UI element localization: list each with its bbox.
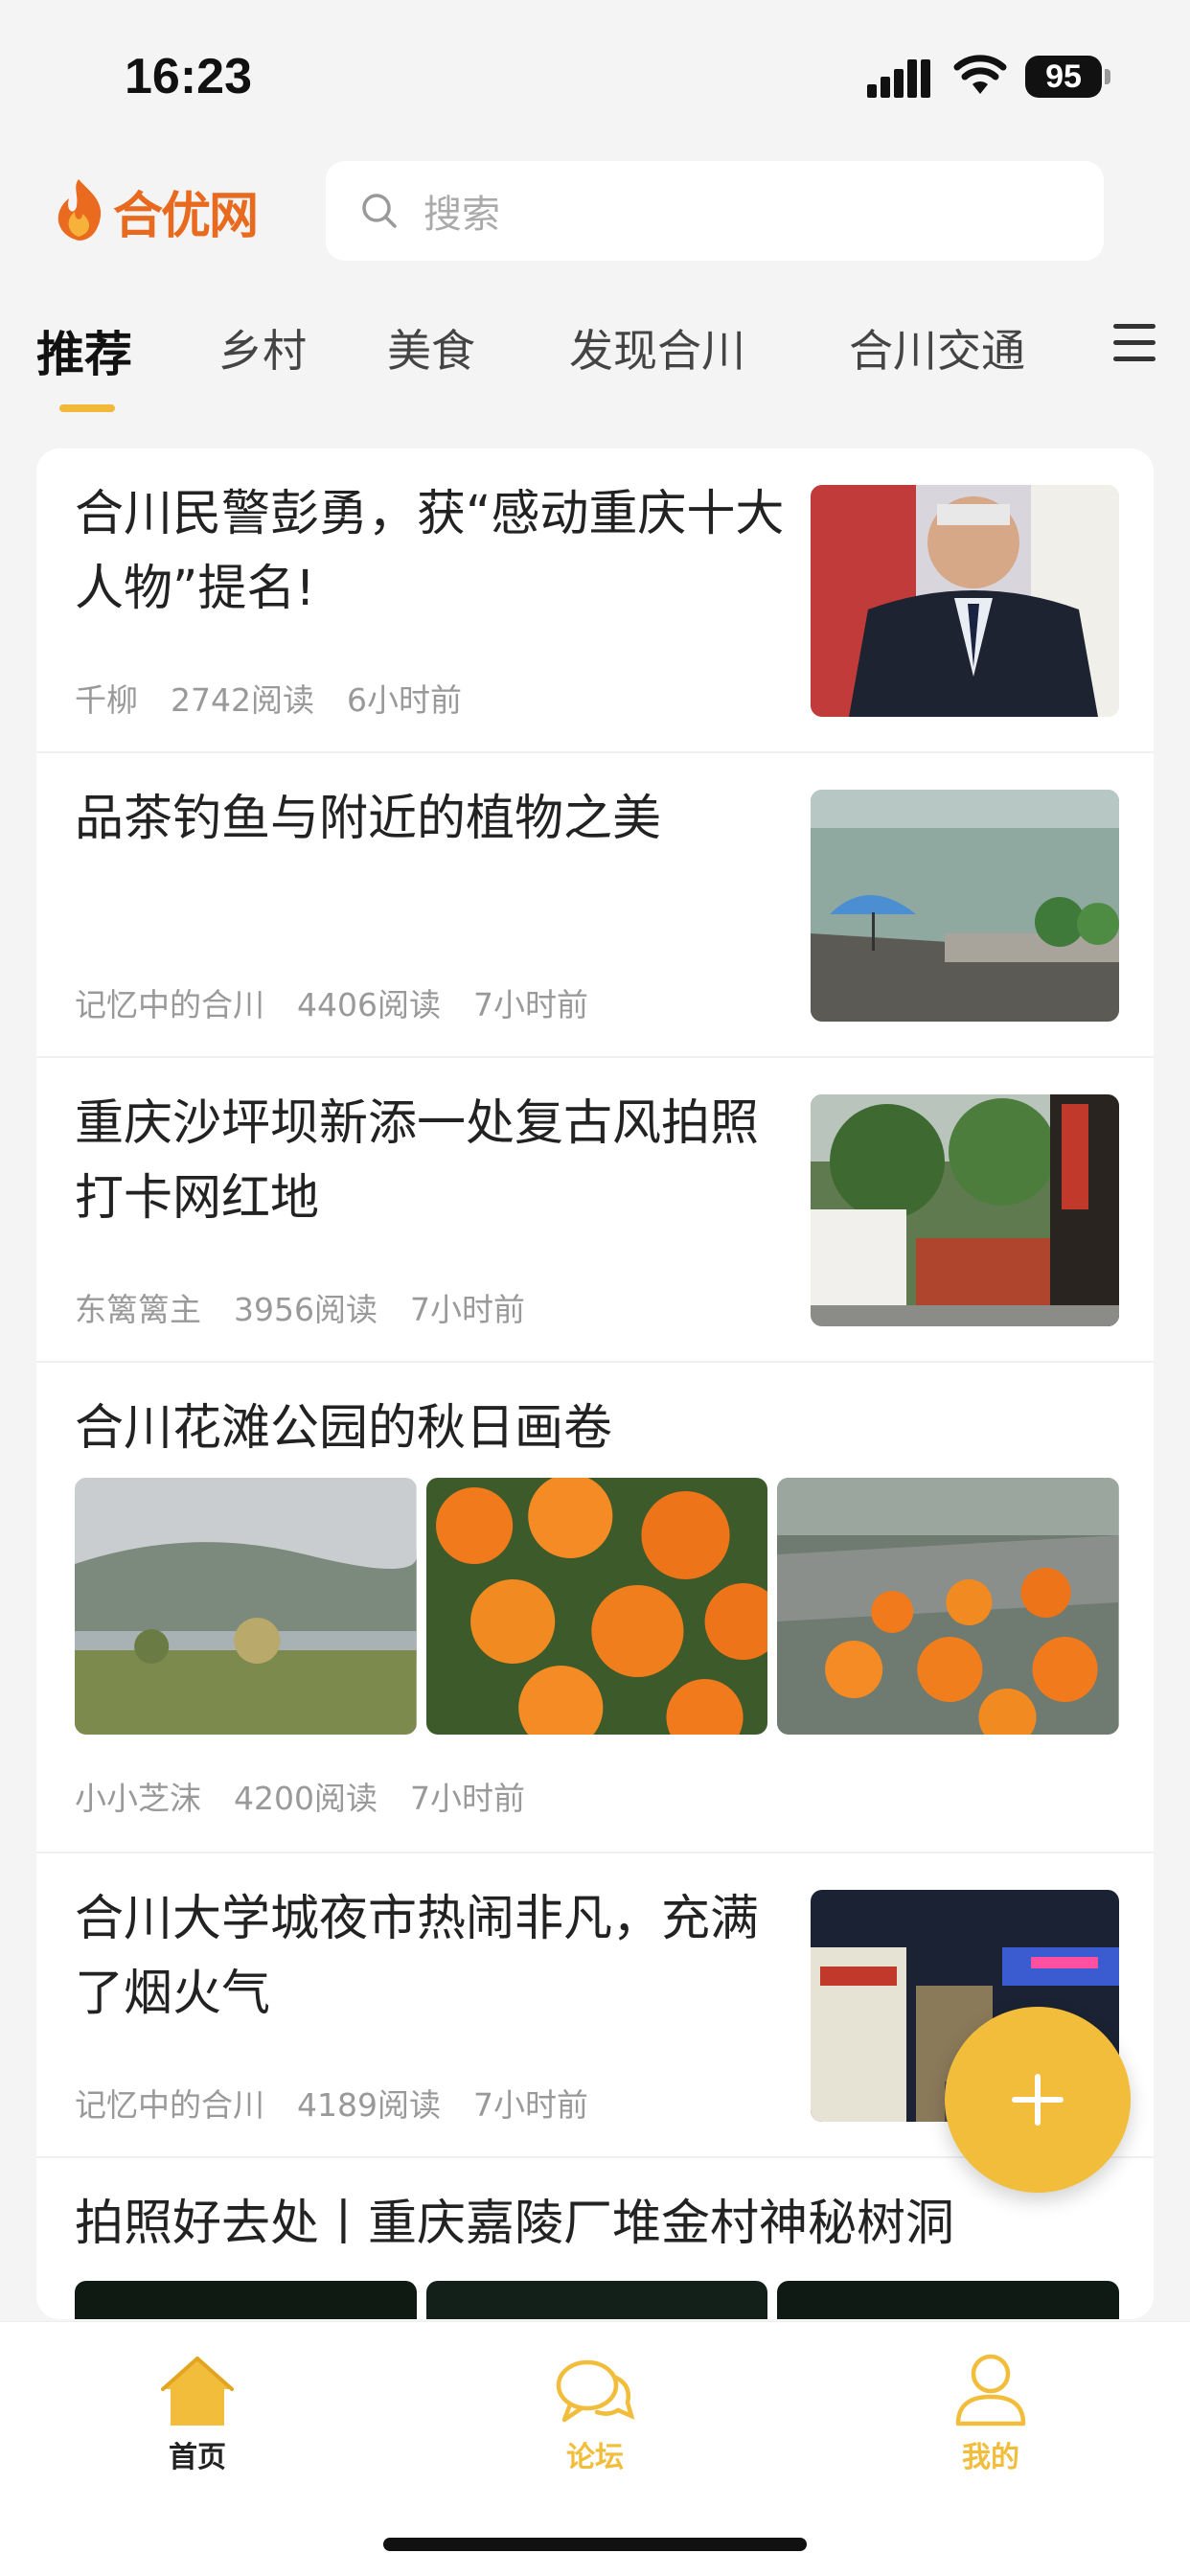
article-image-row [75, 2281, 1120, 2319]
article-reads: 2742阅读 [171, 681, 314, 719]
article-time: 6小时前 [346, 681, 462, 719]
chat-bubble-icon [556, 2359, 635, 2423]
article-meta: 千柳 2742阅读 6小时前 [75, 675, 494, 721]
article-time: 7小时前 [409, 1291, 525, 1328]
app-logo[interactable]: 合优网 [50, 172, 259, 249]
article-meta: 记忆中的合川 4189阅读 7小时前 [75, 2080, 621, 2126]
logo-text: 合优网 [113, 187, 259, 245]
article-image [75, 2281, 417, 2319]
search-icon [362, 194, 397, 228]
article-author: 记忆中的合川 [75, 986, 264, 1024]
tab-discover-hechuan[interactable]: 发现合川 [569, 316, 745, 380]
article-card[interactable]: 合川花滩公园的秋日画卷 小小芝沫 4200阅读 7小时前 [36, 1363, 1154, 1853]
add-post-button[interactable] [945, 2007, 1131, 2193]
wifi-icon [953, 55, 1007, 94]
article-card[interactable]: 合川民警彭勇，获“感动重庆十大人物”提名! 千柳 2742阅读 6小时前 [36, 448, 1154, 753]
logo-flame-icon [57, 179, 102, 241]
article-author: 记忆中的合川 [75, 2086, 264, 2124]
article-meta: 记忆中的合川 4406阅读 7小时前 [75, 979, 621, 1025]
home-icon [161, 2357, 234, 2426]
article-card[interactable]: 拍照好去处丨重庆嘉陵厂堆金村神秘树洞 [36, 2158, 1154, 2319]
tab-food[interactable]: 美食 [387, 316, 475, 380]
article-reads: 4200阅读 [234, 1780, 378, 1817]
status-bar: 16:23 95 [0, 0, 1190, 153]
article-author: 东篱篱主 [75, 1291, 201, 1328]
active-tab-indicator [59, 404, 115, 412]
nav-mine[interactable]: 我的 [895, 2345, 1087, 2475]
article-author: 千柳 [75, 681, 138, 719]
article-reads: 4406阅读 [297, 986, 441, 1024]
article-title: 合川花滩公园的秋日画卷 [75, 1400, 613, 1457]
article-image-row [75, 1478, 1120, 1735]
article-author: 小小芝沫 [75, 1780, 201, 1817]
nav-mine-label: 我的 [962, 2441, 1019, 2474]
article-meta: 东篱篱主 3956阅读 7小时前 [75, 1284, 558, 1330]
home-indicator [383, 2538, 807, 2551]
article-time: 7小时前 [472, 2086, 588, 2124]
article-reads: 3956阅读 [234, 1291, 378, 1328]
article-time: 7小时前 [409, 1780, 525, 1817]
article-thumbnail [811, 485, 1119, 717]
nav-forum-label: 论坛 [566, 2441, 624, 2474]
nav-home[interactable]: 首页 [102, 2345, 293, 2475]
article-card[interactable]: 重庆沙坪坝新添一处复古风拍照打卡网红地 东篱篱主 3956阅读 7小时前 [36, 1058, 1154, 1363]
tab-hechuan-traffic[interactable]: 合川交通 [849, 316, 1025, 380]
article-reads: 4189阅读 [297, 2086, 441, 2124]
status-time: 16:23 [125, 49, 252, 104]
battery-tip [1105, 69, 1110, 84]
article-thumbnail [811, 1094, 1119, 1326]
article-title: 品茶钓鱼与附近的植物之美 [75, 791, 662, 847]
article-title: 合川大学城夜市热闹非凡，充满了烟火气 [75, 1891, 760, 2022]
article-title: 合川民警彭勇，获“感动重庆十大人物”提名! [75, 486, 785, 617]
cellular-signal-icon [867, 59, 930, 98]
battery-indicator: 95 [1025, 56, 1102, 98]
app-header: 合优网 搜索 [0, 153, 1190, 268]
article-meta: 小小芝沫 4200阅读 7小时前 [75, 1773, 558, 1819]
nav-home-label: 首页 [169, 2441, 226, 2474]
article-thumbnail [811, 790, 1119, 1022]
tab-recommend[interactable]: 推荐 [36, 316, 132, 385]
search-bar[interactable]: 搜索 [326, 161, 1104, 261]
article-card[interactable]: 品茶钓鱼与附近的植物之美 记忆中的合川 4406阅读 7小时前 [36, 753, 1154, 1058]
article-image [75, 1478, 417, 1735]
search-placeholder: 搜索 [423, 193, 500, 237]
article-title: 重庆沙坪坝新添一处复古风拍照打卡网红地 [75, 1095, 760, 1227]
article-image [777, 1478, 1120, 1735]
article-image [425, 2281, 768, 2319]
tabs-menu-icon[interactable] [1113, 324, 1156, 362]
article-image [425, 1478, 768, 1735]
nav-forum[interactable]: 论坛 [499, 2345, 691, 2475]
category-tabs: 推荐 乡村 美食 发现合川 合川交通 [0, 288, 1190, 422]
tab-village[interactable]: 乡村 [218, 316, 307, 380]
article-time: 7小时前 [472, 986, 588, 1024]
article-title: 拍照好去处丨重庆嘉陵厂堆金村神秘树洞 [75, 2196, 955, 2252]
article-image [777, 2281, 1120, 2319]
user-icon [955, 2354, 1026, 2426]
